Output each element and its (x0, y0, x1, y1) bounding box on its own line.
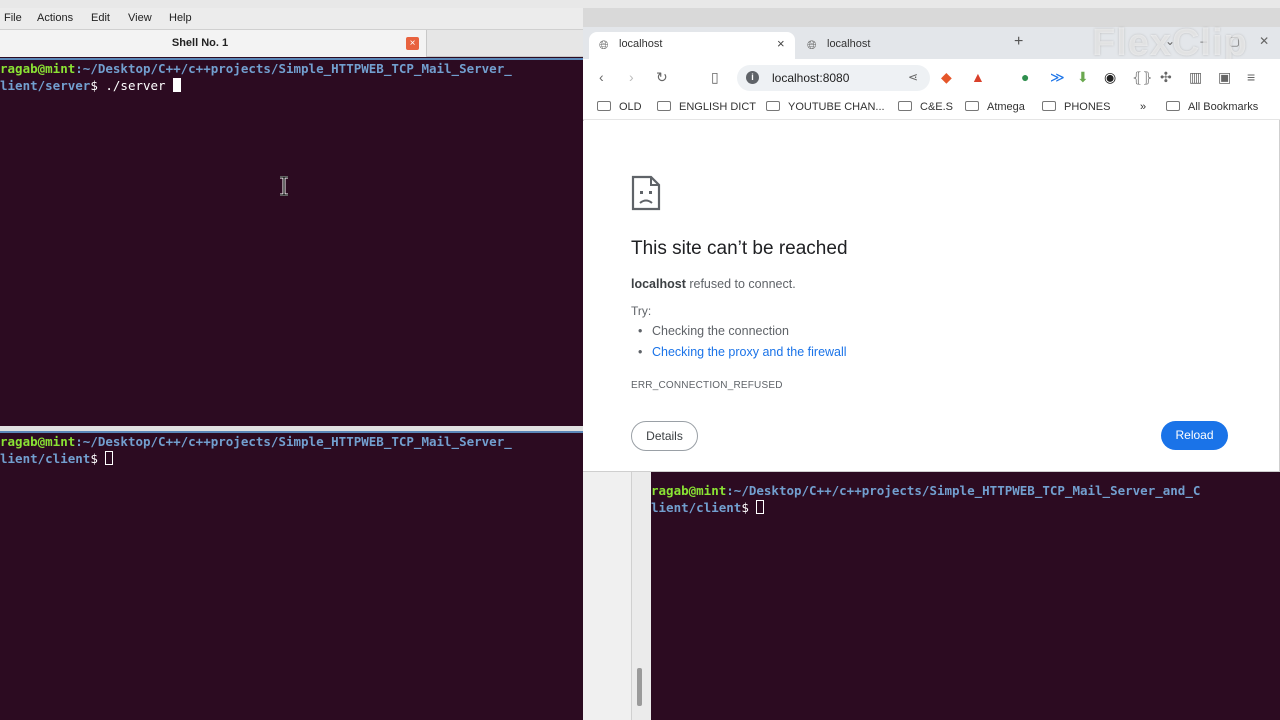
text-cursor (756, 500, 765, 514)
menu-edit[interactable]: Edit (91, 12, 110, 24)
reload-icon[interactable]: ↻ (656, 69, 668, 86)
bookmark-item[interactable]: C&E.S (898, 101, 953, 113)
folder-icon (1166, 101, 1180, 111)
error-page (583, 121, 1278, 471)
sad-page-icon (631, 175, 661, 211)
menu-icon[interactable]: ≡ (1247, 69, 1255, 85)
prompt-path: lient/client (0, 451, 91, 466)
terminal-line: lient/client$ (0, 451, 114, 466)
folder-icon (898, 101, 912, 111)
scrollbar-thumb[interactable] (637, 668, 642, 706)
extensions-puzzle-icon[interactable]: ✣ (1160, 69, 1172, 86)
terminal-scrollbar[interactable] (631, 472, 651, 720)
browser-tab[interactable]: 🌐︎ localhost (797, 32, 1003, 59)
terminal-pane-server[interactable]: ragab@mint:~/Desktop/C++/c++projects/Sim… (0, 58, 583, 426)
prompt-path: :~/Desktop/C++/c++projects/Simple_HTTPWE… (75, 61, 512, 76)
details-button[interactable]: Details (631, 421, 698, 451)
new-tab-button[interactable]: + (1014, 33, 1023, 51)
error-host: localhost (631, 277, 686, 291)
browser-toolbar: ‹ › ↻ ▯ ◆ ▲ ● ≫ ⬇ ◉ ⦃⦄ ✣ ▥ ▣ ≡ (583, 59, 1280, 95)
menu-actions[interactable]: Actions (37, 12, 73, 24)
info-icon[interactable]: i (746, 71, 759, 84)
terminal-line: lient/client$ (651, 500, 765, 515)
terminal-pane-right[interactable]: ragab@mint:~/Desktop/C++/c++projects/Sim… (651, 472, 1280, 720)
back-icon[interactable]: ‹ (599, 69, 604, 85)
tab-title: localhost (827, 38, 871, 50)
menu-view[interactable]: View (128, 12, 152, 24)
globe-icon: 🌐︎ (807, 38, 817, 52)
bookmark-item[interactable]: OLD (597, 101, 642, 113)
prompt-path: :~/Desktop/C++/c++projects/Simple_HTTPWE… (726, 483, 1201, 498)
download-icon[interactable]: ⬇ (1077, 69, 1089, 86)
extension-audio-icon[interactable]: ≫ (1050, 69, 1065, 86)
folder-icon (766, 101, 780, 111)
top-window-strip (0, 0, 1280, 8)
all-bookmarks[interactable]: All Bookmarks (1166, 101, 1258, 113)
terminal-menubar: File Actions Edit View Help (0, 8, 583, 30)
brave-shield-icon[interactable]: ◆ (941, 69, 952, 86)
prompt-path: lient/server (0, 78, 91, 93)
text-cursor (105, 451, 114, 465)
prompt-user: ragab@mint (0, 434, 76, 449)
close-tab-icon[interactable]: × (777, 36, 785, 51)
ibeam-cursor-icon (280, 176, 288, 196)
pane-splitter[interactable] (0, 426, 583, 433)
browser-tab-active[interactable]: 🌐︎ localhost × (589, 32, 795, 59)
suggestion-link[interactable]: Checking the proxy and the firewall (638, 345, 847, 359)
bookmarks-bar: OLD ENGLISH DICT YOUTUBE CHAN... C&E.S A… (583, 95, 1280, 120)
error-title: This site can’t be reached (631, 238, 848, 259)
terminal-line: lient/server$ ./server (0, 78, 182, 93)
terminal-tab[interactable]: Shell No. 1 × (0, 30, 427, 57)
tab-title: localhost (619, 38, 663, 50)
sidebar-icon[interactable]: ▥ (1189, 69, 1202, 86)
error-code: ERR_CONNECTION_REFUSED (631, 380, 783, 391)
command-text: $ ./server (90, 78, 174, 93)
reload-button[interactable]: Reload (1161, 421, 1228, 450)
forward-icon[interactable]: › (629, 69, 634, 85)
close-tab-icon[interactable]: × (406, 37, 419, 50)
brave-rewards-icon[interactable]: ▲ (971, 69, 985, 85)
terminal-line: ragab@mint:~/Desktop/C++/c++projects/Sim… (0, 61, 512, 76)
command-text: $ (741, 500, 757, 515)
text-cursor (173, 78, 182, 92)
folder-icon (657, 101, 671, 111)
extension-vd-icon[interactable]: ◉ (1104, 69, 1116, 86)
globe-icon: 🌐︎ (599, 38, 609, 52)
bookmarks-overflow[interactable]: » (1140, 101, 1146, 113)
suggestion-item: Checking the connection (638, 324, 789, 338)
try-label: Try: (631, 304, 652, 318)
close-window-icon[interactable]: ✕ (1259, 34, 1269, 48)
folder-icon (965, 101, 979, 111)
terminal-pane-client[interactable]: ragab@mint:~/Desktop/C++/c++projects/Sim… (0, 433, 583, 720)
share-icon[interactable]: ⋖ (908, 70, 918, 84)
bookmark-item[interactable]: Atmega (965, 101, 1025, 113)
menu-file[interactable]: File (4, 12, 22, 24)
terminal-line: ragab@mint:~/Desktop/C++/c++projects/Sim… (0, 434, 512, 449)
bookmark-item[interactable]: YOUTUBE CHAN... (766, 101, 885, 113)
terminal-tabbar: Shell No. 1 × (0, 30, 583, 57)
bookmark-item[interactable]: ENGLISH DICT (657, 101, 756, 113)
command-text: $ (90, 451, 106, 466)
extension-code-icon[interactable]: ⦃⦄ (1132, 69, 1153, 86)
bookmark-item[interactable]: PHONES (1042, 101, 1110, 113)
folder-icon (1042, 101, 1056, 111)
menu-help[interactable]: Help (169, 12, 192, 24)
wallet-icon[interactable]: ▣ (1218, 69, 1231, 86)
folder-icon (597, 101, 611, 111)
error-message: localhost refused to connect. (631, 277, 796, 291)
prompt-path: lient/client (651, 500, 742, 515)
desktop-gap (583, 472, 631, 720)
prompt-user: ragab@mint (651, 483, 727, 498)
address-bar[interactable]: i localhost:8080 ⋖ (737, 65, 930, 91)
terminal-line: ragab@mint:~/Desktop/C++/c++projects/Sim… (651, 483, 1200, 498)
url-text: localhost:8080 (772, 71, 850, 85)
prompt-user: ragab@mint (0, 61, 76, 76)
terminal-tab-title: Shell No. 1 (171, 37, 229, 49)
bookmark-icon[interactable]: ▯ (711, 69, 719, 86)
prompt-path: :~/Desktop/C++/c++projects/Simple_HTTPWE… (75, 434, 512, 449)
grammarly-icon[interactable]: ● (1021, 69, 1029, 85)
